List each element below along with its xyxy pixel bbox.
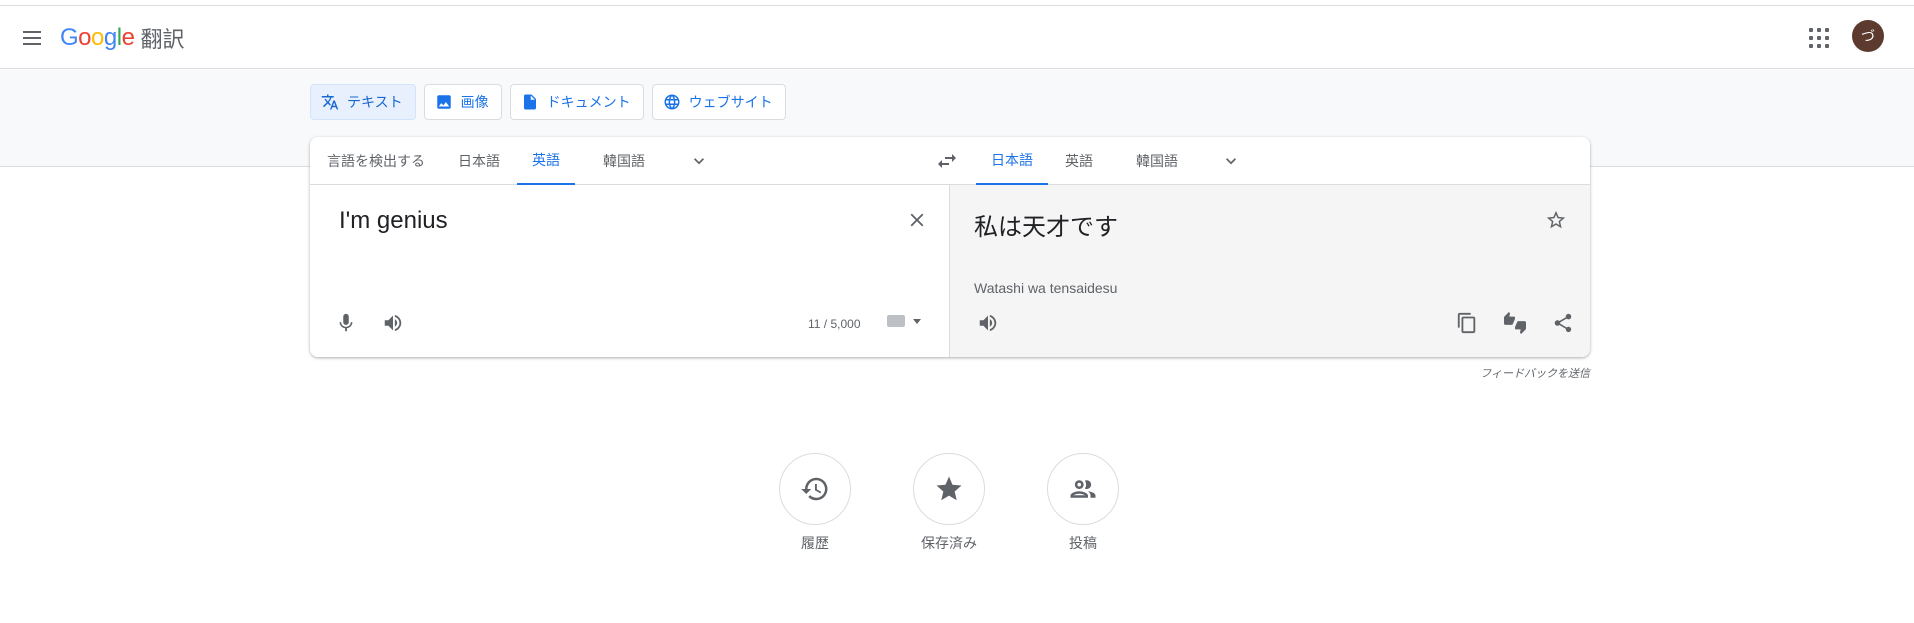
document-icon [523, 94, 536, 110]
star-icon [936, 476, 962, 501]
speaker-icon [384, 314, 402, 332]
logo-letter: e [121, 24, 135, 51]
menu-icon [23, 31, 41, 33]
logo-letter: o [78, 24, 92, 51]
share-translation-button[interactable] [1543, 303, 1583, 343]
logo-letter: G [60, 24, 79, 51]
source-more-langs-chevron-icon[interactable] [689, 151, 709, 171]
product-name: 翻訳 [140, 27, 185, 52]
history-icon [801, 477, 828, 501]
source-lang-japanese[interactable]: 日本語 [443, 137, 515, 185]
contribute-button[interactable]: 投稿 [1047, 453, 1119, 553]
mode-tabs: テキスト 画像 ドキュメント ウェブサイト [310, 84, 786, 120]
input-tools-button[interactable] [887, 315, 921, 327]
google-translate-logo[interactable]: Google 翻訳 [60, 23, 184, 53]
translate-icon [321, 94, 339, 110]
quick-action-label: 保存済み [921, 535, 977, 551]
transliteration: Watashi wa tensaidesu [974, 280, 1118, 296]
mode-label: ドキュメント [546, 94, 631, 110]
logo-letter: o [91, 24, 104, 51]
save-translation-button[interactable] [1536, 200, 1576, 240]
source-lang-english[interactable]: 英語 [517, 137, 575, 185]
translated-text: 私は天才です [974, 214, 1118, 241]
logo-letter: g [103, 24, 117, 51]
people-icon [1070, 480, 1096, 498]
close-icon [910, 213, 924, 227]
main-menu-button[interactable] [17, 23, 47, 53]
send-feedback-link[interactable]: フィードバックを送信 [1480, 365, 1590, 381]
mode-label: ウェブサイト [688, 94, 773, 110]
thumbs-up-down-icon [1504, 312, 1526, 334]
translation-card: 言語を検出する 日本語 英語 韓国語 日本語 英語 韓国語 I'm genius… [310, 137, 1590, 357]
history-button[interactable]: 履歴 [779, 453, 851, 553]
account-avatar[interactable]: づ [1852, 20, 1884, 52]
speaker-icon [979, 314, 997, 332]
mode-text-tab[interactable]: テキスト [310, 84, 416, 120]
star-outline-icon [1546, 210, 1566, 229]
target-lang-english[interactable]: 英語 [1050, 137, 1108, 185]
source-lang-detect[interactable]: 言語を検出する [312, 137, 440, 185]
language-bar: 言語を検出する 日本語 英語 韓国語 日本語 英語 韓国語 [310, 137, 1590, 185]
source-lang-korean[interactable]: 韓国語 [588, 137, 660, 185]
voice-input-button[interactable] [326, 303, 366, 343]
mode-document-tab[interactable]: ドキュメント [509, 84, 644, 120]
character-count: 11 / 5,000 [808, 317, 861, 331]
source-panel: I'm genius 11 / 5,000 [310, 185, 950, 357]
app-header: Google 翻訳 づ [0, 6, 1914, 69]
swap-languages-icon[interactable] [935, 149, 959, 173]
keyboard-icon [887, 315, 905, 327]
mode-website-tab[interactable]: ウェブサイト [651, 84, 786, 120]
clear-source-button[interactable] [897, 200, 937, 240]
target-panel: 私は天才です Watashi wa tensaidesu [950, 185, 1590, 357]
caret-down-icon [913, 318, 921, 324]
listen-translation-button[interactable] [968, 303, 1008, 343]
saved-button[interactable]: 保存済み [913, 453, 985, 553]
copy-translation-button[interactable] [1447, 303, 1487, 343]
mode-label: テキスト [347, 94, 403, 110]
quick-action-label: 投稿 [1069, 535, 1097, 551]
target-lang-korean[interactable]: 韓国語 [1121, 137, 1193, 185]
listen-source-button[interactable] [373, 303, 413, 343]
rate-translation-button[interactable] [1495, 303, 1535, 343]
mode-label: 画像 [460, 94, 489, 110]
quick-action-label: 履歴 [801, 535, 829, 551]
globe-icon [664, 94, 680, 110]
mode-image-tab[interactable]: 画像 [423, 84, 502, 120]
target-lang-japanese[interactable]: 日本語 [976, 137, 1048, 185]
share-icon [1554, 313, 1572, 333]
image-icon [436, 95, 451, 109]
microphone-icon [339, 313, 353, 332]
copy-icon [1457, 312, 1476, 334]
source-text-input[interactable]: I'm genius [339, 207, 448, 235]
target-more-langs-chevron-icon[interactable] [1221, 151, 1241, 171]
google-apps-button[interactable] [1807, 26, 1831, 50]
